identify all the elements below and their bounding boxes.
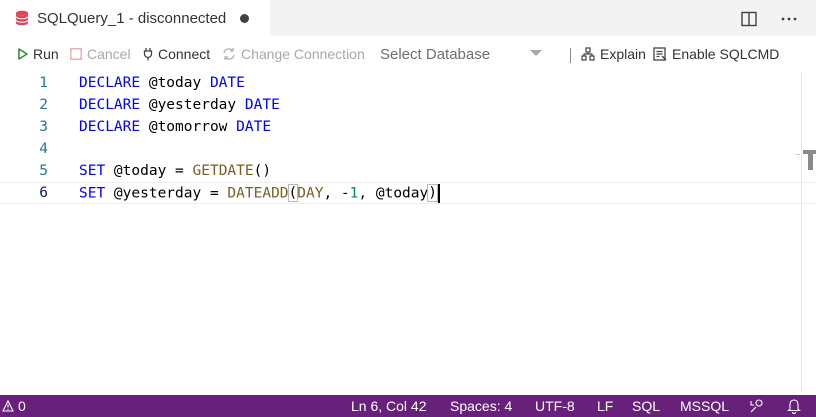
function-token: GETDATE xyxy=(192,163,254,179)
cancel-label: Cancel xyxy=(87,46,131,62)
keyword-token: DECLARE xyxy=(79,119,141,135)
enable-sqlcmd-button[interactable]: Enable SQLCMD xyxy=(653,36,779,72)
problems-count: 0 xyxy=(18,398,26,414)
variable-token: @tomorrow xyxy=(140,119,237,135)
split-editor-icon[interactable] xyxy=(738,8,760,30)
notifications-bell-icon[interactable] xyxy=(787,395,801,417)
database-icon xyxy=(15,10,29,26)
status-bar: 0 Ln 6, Col 42 Spaces: 4 UTF-8 LF SQL MS… xyxy=(0,395,816,417)
keyword-token: SET xyxy=(79,163,106,179)
code-text: SET @today = GETDATE() xyxy=(79,163,271,179)
line-number: 6 xyxy=(39,185,48,201)
code-line: 3 DECLARE @tomorrow DATE xyxy=(0,116,816,138)
warning-icon xyxy=(2,400,14,412)
cursor-position-marker-icon xyxy=(803,150,816,170)
explain-label: Explain xyxy=(600,46,646,62)
code-line: 5 SET @today = GETDATE() xyxy=(0,160,816,182)
line-number: 1 xyxy=(39,75,48,91)
tab-title: SQLQuery_1 - disconnected xyxy=(37,9,227,27)
tab-bar: SQLQuery_1 - disconnected xyxy=(0,0,816,36)
code-line: 1 DECLARE @today DATE xyxy=(0,72,816,94)
code-text: DECLARE @tomorrow DATE xyxy=(79,119,271,135)
language-mode[interactable]: SQL xyxy=(632,395,660,417)
function-token: DATEADD xyxy=(227,185,289,201)
variable-token: @today xyxy=(140,75,210,91)
change-connection-label: Change Connection xyxy=(241,46,365,62)
editor-tab[interactable]: SQLQuery_1 - disconnected xyxy=(0,0,270,36)
feedback-icon[interactable] xyxy=(749,395,765,417)
line-number: 3 xyxy=(39,119,48,135)
code-line: 2 DECLARE @yesterday DATE xyxy=(0,94,816,116)
keyword-token: DECLARE xyxy=(79,97,141,113)
separator-token: , - xyxy=(323,185,350,201)
query-toolbar: Run Cancel Connect Change Connection Sel… xyxy=(0,36,816,72)
toolbar-separator xyxy=(570,48,571,63)
code-text: SET @yesterday = DATEADD(DAY, -1, @today… xyxy=(79,183,440,203)
change-connection-button[interactable]: Change Connection xyxy=(222,36,365,72)
tab-actions xyxy=(738,8,800,30)
overview-ruler-marker xyxy=(796,154,800,155)
connect-label: Connect xyxy=(158,46,211,62)
encoding-setting[interactable]: UTF-8 xyxy=(535,395,575,417)
cancel-button[interactable]: Cancel xyxy=(70,36,131,72)
type-token: DATE xyxy=(236,119,272,135)
play-icon xyxy=(18,48,28,60)
variable-token: @today = xyxy=(105,163,193,179)
line-number: 4 xyxy=(39,141,48,157)
select-database-label: Select Database xyxy=(380,45,491,63)
type-token: DATE xyxy=(244,97,280,113)
code-line: 4 xyxy=(0,138,816,160)
explain-button[interactable]: Explain xyxy=(581,36,646,72)
code-text: DECLARE @yesterday DATE xyxy=(79,97,280,113)
run-label: Run xyxy=(33,46,59,62)
indentation-setting[interactable]: Spaces: 4 xyxy=(450,395,512,417)
variable-token: @yesterday xyxy=(140,97,245,113)
connection-provider[interactable]: MSSQL xyxy=(680,395,729,417)
argument-token: , @today xyxy=(358,185,429,201)
plug-icon xyxy=(143,47,153,61)
text-cursor xyxy=(437,183,440,203)
explain-plan-icon xyxy=(581,47,595,61)
sqlcmd-label: Enable SQLCMD xyxy=(672,46,780,62)
close-bracket-token: ) xyxy=(427,184,438,202)
unsaved-indicator-icon[interactable] xyxy=(240,13,250,23)
datepart-token: DAY xyxy=(297,185,324,201)
cursor-position[interactable]: Ln 6, Col 42 xyxy=(351,395,427,417)
open-bracket-token: ( xyxy=(287,184,299,202)
more-actions-icon[interactable] xyxy=(778,8,800,30)
keyword-token: DECLARE xyxy=(79,75,141,91)
type-token: DATE xyxy=(209,75,245,91)
sqlcmd-icon xyxy=(653,47,667,61)
run-button[interactable]: Run xyxy=(18,36,59,72)
select-database-dropdown[interactable]: Select Database xyxy=(380,36,542,72)
eol-setting[interactable]: LF xyxy=(597,395,613,417)
keyword-token: SET xyxy=(79,185,106,201)
connect-button[interactable]: Connect xyxy=(143,36,210,72)
problems-indicator[interactable]: 0 xyxy=(0,395,26,417)
variable-token: @yesterday = xyxy=(105,185,228,201)
code-text: DECLARE @today DATE xyxy=(79,75,245,91)
current-code-line: 6 SET @yesterday = DATEADD(DAY, -1, @tod… xyxy=(0,182,816,204)
chevron-down-icon xyxy=(530,50,542,56)
paren-token: () xyxy=(253,163,272,179)
change-connection-icon xyxy=(222,47,236,61)
line-number: 2 xyxy=(39,97,48,113)
stop-icon xyxy=(70,48,82,60)
code-editor[interactable]: 1 DECLARE @today DATE 2 DECLARE @yesterd… xyxy=(0,72,816,392)
line-number: 5 xyxy=(39,163,48,179)
editor-scrollbar-track[interactable] xyxy=(801,72,802,392)
